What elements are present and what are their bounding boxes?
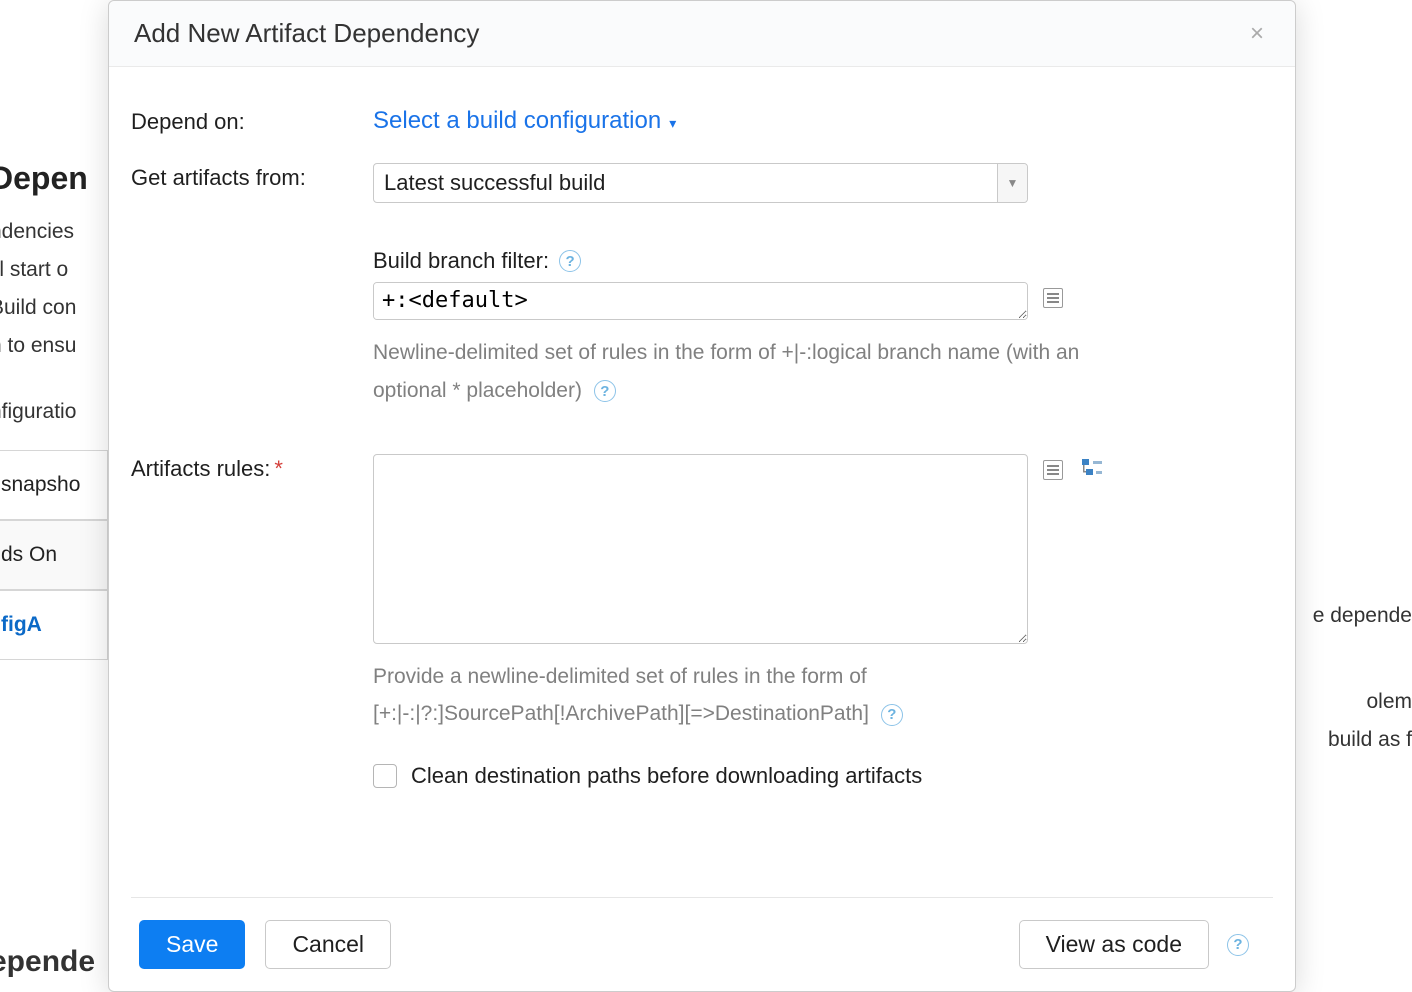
cancel-button[interactable]: Cancel xyxy=(265,920,391,969)
modal-body: Depend on: Select a build configuration … xyxy=(109,67,1295,897)
depend-on-select-link[interactable]: Select a build configuration ▾ xyxy=(373,107,676,135)
label-build-branch-filter: Build branch filter: ? xyxy=(373,248,1273,274)
branch-filter-field-wrap xyxy=(373,282,1273,320)
tree-icon[interactable] xyxy=(1081,458,1103,486)
modal-overlay: Add New Artifact Dependency × Depend on:… xyxy=(0,0,1412,992)
modal-footer: Save Cancel View as code ? xyxy=(131,897,1273,991)
close-icon[interactable]: × xyxy=(1244,20,1270,48)
row-get-artifacts-from: Get artifacts from: Latest successful bu… xyxy=(131,163,1273,410)
help-icon[interactable]: ? xyxy=(559,250,581,272)
branch-filter-input[interactable] xyxy=(373,282,1028,320)
depend-on-link-text: Select a build configuration xyxy=(373,107,661,135)
branch-filter-hint: Newline-delimited set of rules in the fo… xyxy=(373,334,1133,410)
clean-destination-checkbox[interactable] xyxy=(373,764,397,788)
row-depend-on: Depend on: Select a build configuration … xyxy=(131,107,1273,135)
help-icon[interactable]: ? xyxy=(594,380,616,402)
label-get-artifacts-from: Get artifacts from: xyxy=(131,163,373,191)
clean-destination-label: Clean destination paths before downloadi… xyxy=(411,763,922,789)
artifacts-rules-field-wrap xyxy=(373,454,1273,644)
modal-header: Add New Artifact Dependency × xyxy=(109,1,1295,67)
expand-icon[interactable] xyxy=(1043,288,1063,308)
select-arrow-icon: ▼ xyxy=(997,164,1027,202)
artifacts-rules-input[interactable] xyxy=(373,454,1028,644)
label-artifacts-rules: Artifacts rules:* xyxy=(131,454,373,482)
get-artifacts-from-select[interactable]: Latest successful build ▼ xyxy=(373,163,1028,203)
add-artifact-dependency-dialog: Add New Artifact Dependency × Depend on:… xyxy=(108,0,1296,992)
chevron-down-icon: ▾ xyxy=(669,115,676,132)
help-icon[interactable]: ? xyxy=(1227,934,1249,956)
artifacts-rules-hint: Provide a newline-delimited set of rules… xyxy=(373,658,1133,734)
label-depend-on: Depend on: xyxy=(131,107,373,135)
row-artifacts-rules: Artifacts rules:* xyxy=(131,454,1273,790)
modal-title: Add New Artifact Dependency xyxy=(134,18,479,49)
save-button[interactable]: Save xyxy=(139,920,245,969)
clean-destination-checkbox-row: Clean destination paths before downloadi… xyxy=(373,763,1273,789)
expand-icon[interactable] xyxy=(1043,460,1063,480)
get-artifacts-from-value: Latest successful build xyxy=(384,170,605,196)
view-as-code-button[interactable]: View as code xyxy=(1019,920,1209,969)
help-icon[interactable]: ? xyxy=(881,704,903,726)
required-marker: * xyxy=(274,456,283,481)
